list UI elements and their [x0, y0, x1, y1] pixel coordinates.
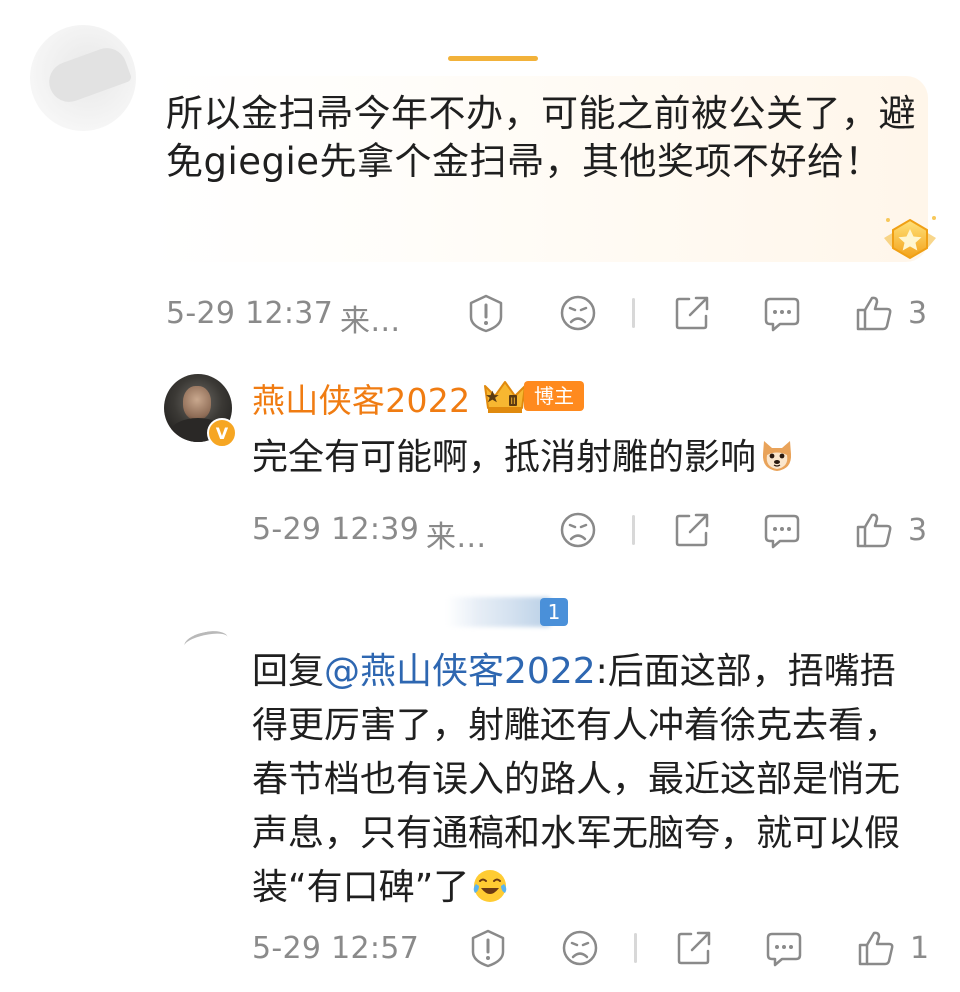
- like-count: 3: [908, 513, 928, 548]
- mention-link[interactable]: @燕山侠客2022: [324, 651, 596, 692]
- crown-icon: II: [484, 381, 526, 413]
- sad-face-icon[interactable]: [558, 293, 598, 333]
- reply-text: 完全有可能啊，抵消射雕的影响: [252, 434, 796, 488]
- svg-text:II: II: [510, 397, 515, 407]
- laugh-cry-emoji: [471, 867, 509, 921]
- verified-badge: V: [207, 418, 237, 448]
- commenter-avatar[interactable]: [30, 25, 136, 131]
- reply-author-name[interactable]: 燕山侠客2022: [252, 374, 470, 422]
- dog-emoji: [758, 437, 796, 488]
- comment-icon[interactable]: [764, 928, 804, 968]
- gold-star-badge-icon: [884, 216, 936, 260]
- divider: [632, 298, 635, 328]
- sad-face-icon[interactable]: [560, 928, 600, 968]
- reply-timestamp: 5-29 12:39: [252, 512, 420, 547]
- level-badge: 1: [540, 598, 568, 626]
- like-icon[interactable]: [854, 510, 894, 550]
- divider: [632, 515, 635, 545]
- like-count: 1: [910, 931, 930, 966]
- reply2-avatar-redacted[interactable]: [182, 627, 230, 656]
- sad-face-icon[interactable]: [558, 510, 598, 550]
- divider: [634, 933, 637, 963]
- comment-text: 所以金扫帚今年不办，可能之前被公关了，避免giegie先拿个金扫帚，其他奖项不好…: [166, 92, 916, 183]
- share-icon[interactable]: [674, 928, 714, 968]
- comment-icon[interactable]: [762, 510, 802, 550]
- comment-source: 来…: [340, 304, 401, 339]
- reply2-name-redacted: [446, 597, 552, 627]
- share-icon[interactable]: [672, 293, 712, 333]
- reply-text-body: 完全有可能啊，抵消射雕的影响: [252, 437, 757, 478]
- reply-source: 来…: [426, 520, 487, 555]
- comment-timestamp: 5-29 12:37: [166, 296, 334, 331]
- author-tag: 博主: [524, 381, 584, 411]
- share-icon[interactable]: [672, 510, 712, 550]
- comment-icon[interactable]: [762, 293, 802, 333]
- like-icon[interactable]: [856, 928, 896, 968]
- commenter-name-redacted: [448, 56, 538, 61]
- report-icon[interactable]: [466, 293, 506, 333]
- reply-prefix: 回复: [252, 651, 325, 692]
- report-icon[interactable]: [468, 928, 508, 968]
- like-icon[interactable]: [854, 293, 894, 333]
- reply2-text: 回复@燕山侠客2022:后面这部，捂嘴捂得更厉害了，射雕还有人冲着徐克去看，春节…: [252, 645, 922, 921]
- reply2-timestamp: 5-29 12:57: [252, 931, 420, 966]
- like-count: 3: [908, 296, 928, 331]
